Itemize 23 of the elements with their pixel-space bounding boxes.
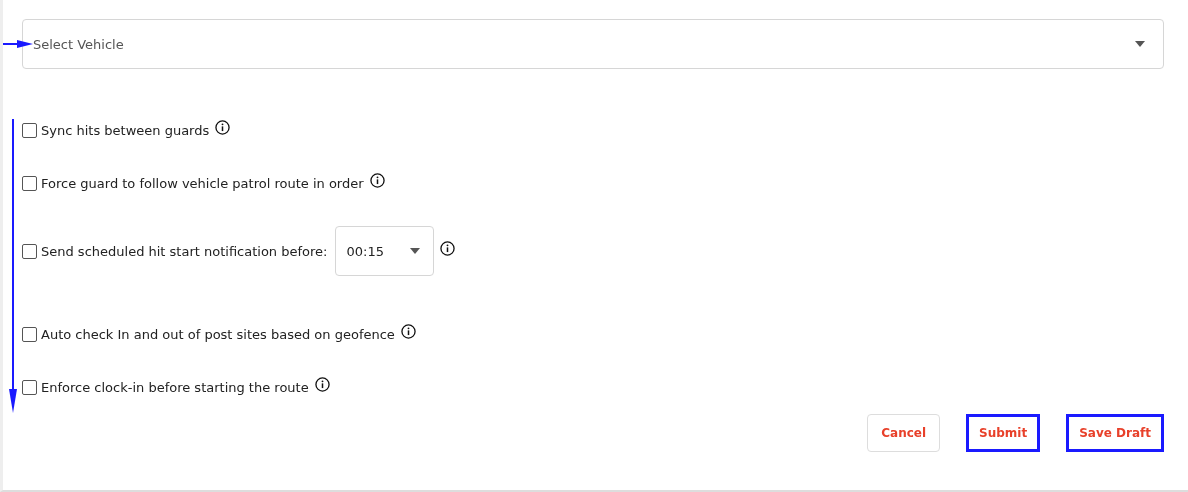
vehicle-select[interactable]: Select Vehicle bbox=[22, 19, 1164, 69]
time-select[interactable]: 00:15 bbox=[335, 226, 435, 276]
option-label: Send scheduled hit start notification before: bbox=[41, 243, 328, 259]
option-label: Sync hits between guards bbox=[41, 122, 210, 138]
submit-button[interactable]: Submit bbox=[966, 414, 1041, 452]
info-icon[interactable] bbox=[369, 172, 385, 188]
option-label: Enforce clock-in before starting the route bbox=[41, 379, 309, 395]
checkbox[interactable] bbox=[22, 122, 37, 138]
save-draft-button[interactable]: Save Draft bbox=[1066, 414, 1164, 452]
checkbox[interactable] bbox=[22, 243, 37, 259]
caret-icon bbox=[410, 248, 421, 254]
info-icon[interactable] bbox=[215, 119, 231, 135]
option-label: Force guard to follow vehicle patrol route in order bbox=[41, 175, 364, 191]
annotation-arrow bbox=[3, 39, 33, 49]
caret-icon bbox=[1135, 41, 1145, 47]
checkbox[interactable] bbox=[22, 326, 37, 342]
option-label: Auto check In and out of post sites based on geofence bbox=[41, 326, 395, 342]
cancel-button[interactable]: Cancel bbox=[867, 414, 941, 452]
info-icon[interactable] bbox=[314, 376, 330, 392]
info-icon[interactable] bbox=[440, 240, 456, 256]
info-icon[interactable] bbox=[400, 323, 416, 339]
checkbox[interactable] bbox=[22, 175, 37, 191]
checkbox[interactable] bbox=[22, 379, 37, 395]
